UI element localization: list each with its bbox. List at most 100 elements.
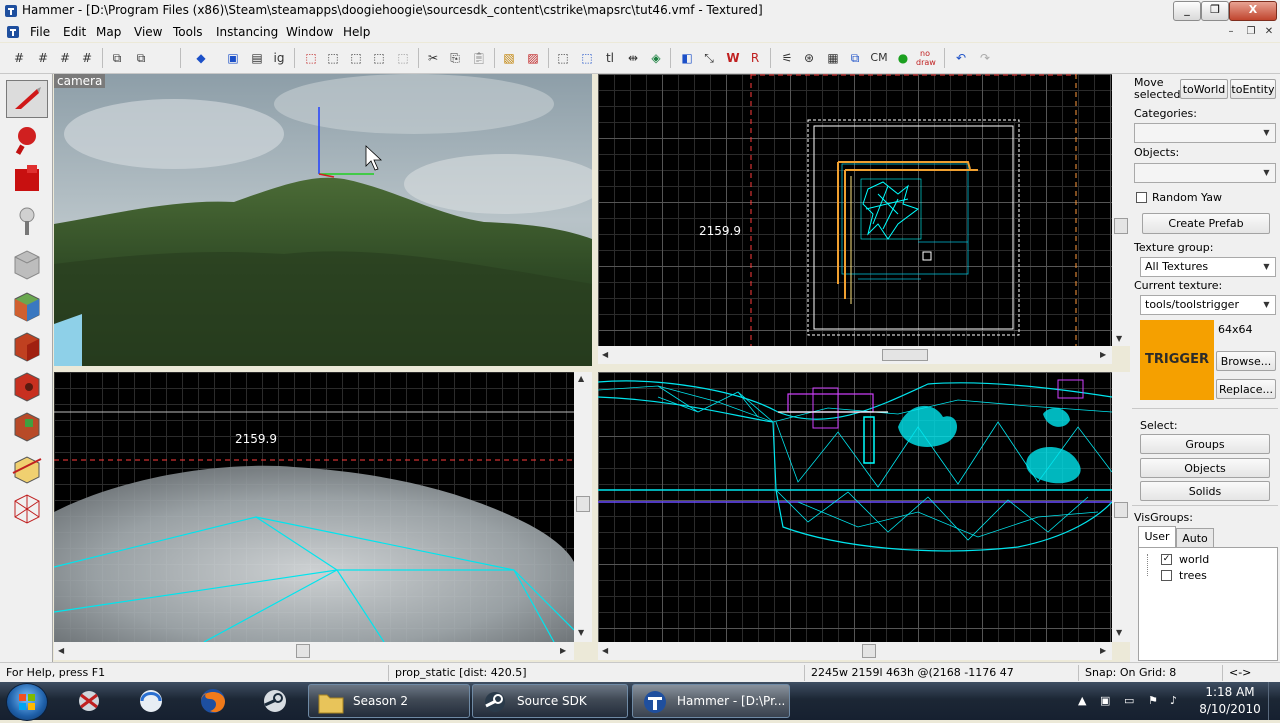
scroll-right-arrow[interactable]: ▶: [560, 646, 566, 655]
scroll-right-arrow[interactable]: ▶: [1100, 350, 1106, 359]
scroll-thumb[interactable]: [1114, 218, 1128, 234]
to-world-button[interactable]: toWorld: [1180, 79, 1228, 99]
mdi-close-button[interactable]: ✕: [1262, 25, 1276, 39]
create-prefab-button[interactable]: Create Prefab: [1142, 213, 1270, 234]
paste-icon[interactable]: 📋︎: [470, 49, 488, 67]
scroll-thumb[interactable]: [576, 496, 590, 512]
redo-icon[interactable]: ↷: [976, 49, 994, 67]
front-viewport-hscroll[interactable]: ◀ ▶: [54, 642, 574, 660]
select-objects-button[interactable]: Objects: [1140, 458, 1270, 478]
current-texture-dropdown[interactable]: tools/toolstrigger ▼: [1140, 295, 1276, 315]
scroll-down-arrow[interactable]: ▼: [1116, 334, 1122, 343]
minimize-button[interactable]: _: [1173, 1, 1201, 21]
scroll-thumb[interactable]: [882, 349, 928, 361]
mdi-minimize-button[interactable]: –: [1224, 25, 1238, 39]
select-solids-button[interactable]: Solids: [1140, 481, 1270, 501]
to-entity-button[interactable]: toEntity: [1230, 79, 1276, 99]
group-icon[interactable]: ⧉: [108, 49, 126, 67]
side-viewport-hscroll[interactable]: ◀ ▶: [598, 642, 1112, 660]
hide-unselected-icon[interactable]: ⬚: [324, 49, 342, 67]
visgroup-trees-checkbox[interactable]: [1161, 570, 1172, 581]
map-properties-icon[interactable]: ▦: [824, 49, 842, 67]
vis-tab-auto[interactable]: Auto: [1176, 528, 1214, 548]
taskbar-button-season2[interactable]: Season 2: [308, 684, 470, 718]
random-yaw-checkbox[interactable]: [1136, 192, 1147, 203]
scroll-thumb[interactable]: [1114, 502, 1128, 518]
menu-instancing[interactable]: Instancing: [216, 25, 278, 39]
menu-window[interactable]: Window: [286, 25, 333, 39]
cut-icon[interactable]: ✂: [424, 49, 442, 67]
cordon-icon[interactable]: CM: [868, 49, 890, 67]
center-view-icon[interactable]: ◧: [678, 49, 696, 67]
run-map-icon[interactable]: W: [724, 49, 742, 67]
menu-view[interactable]: View: [134, 25, 162, 39]
camera-viewport[interactable]: camera: [54, 74, 592, 366]
steam-icon[interactable]: [250, 685, 300, 717]
check-problems-icon[interactable]: ⊛: [800, 49, 818, 67]
tray-network-icon[interactable]: ▣: [1100, 694, 1110, 707]
front-viewport-vscroll[interactable]: ▲ ▼: [574, 372, 592, 642]
block-tool[interactable]: [6, 244, 48, 282]
toggle-models-icon[interactable]: ▨: [524, 49, 542, 67]
texture-lock-icon[interactable]: ▤: [248, 49, 266, 67]
scroll-up-arrow[interactable]: ▲: [578, 374, 584, 383]
scroll-down-arrow[interactable]: ▼: [1116, 628, 1122, 637]
show-all-icon[interactable]: ⬚: [347, 49, 365, 67]
taskbar-button-source-sdk[interactable]: Source SDK: [472, 684, 628, 718]
top-viewport-hscroll[interactable]: ◀ ▶: [598, 346, 1112, 364]
front-viewport[interactable]: 2159.9: [54, 372, 574, 642]
scroll-thumb[interactable]: [862, 644, 876, 658]
browse-button[interactable]: Browse...: [1216, 351, 1276, 371]
copy-icon[interactable]: ⎘: [446, 49, 464, 67]
apply-texture-tool[interactable]: [6, 326, 48, 364]
objects-dropdown[interactable]: ▼: [1134, 163, 1276, 183]
camera-label[interactable]: camera: [54, 74, 106, 88]
scroll-down-arrow[interactable]: ▼: [578, 628, 584, 637]
select-box-icon[interactable]: ⬚: [554, 49, 572, 67]
headset-icon[interactable]: [126, 685, 176, 717]
selection-tool[interactable]: [6, 80, 48, 118]
entity-report-icon[interactable]: ⚟: [778, 49, 796, 67]
start-button[interactable]: [6, 683, 48, 721]
menu-edit[interactable]: Edit: [63, 25, 86, 39]
show-desktop-button[interactable]: [1268, 682, 1280, 720]
autoselect-icon[interactable]: ⬚: [578, 49, 596, 67]
menu-file[interactable]: File: [30, 25, 50, 39]
tray-monitor-icon[interactable]: ▭: [1124, 694, 1134, 707]
vertex-tool[interactable]: [6, 488, 48, 526]
visgroup-remove-icon[interactable]: ⬚: [394, 49, 412, 67]
side-viewport-vscroll[interactable]: ▼: [1112, 372, 1130, 642]
tray-expand-icon[interactable]: ▲: [1078, 694, 1086, 707]
ignore-groups-icon[interactable]: ig: [270, 49, 288, 67]
top-viewport-vscroll[interactable]: ▼: [1112, 74, 1130, 346]
categories-dropdown[interactable]: ▼: [1134, 123, 1276, 143]
restore-button[interactable]: ❐: [1201, 1, 1229, 21]
entity-tool[interactable]: [6, 202, 48, 240]
grid-large-icon[interactable]: #: [34, 49, 52, 67]
menu-tools[interactable]: Tools: [173, 25, 203, 39]
scroll-thumb[interactable]: [296, 644, 310, 658]
taskbar-button-hammer[interactable]: Hammer - [D:\Pr...: [632, 684, 790, 718]
to-world-icon[interactable]: ⤡: [700, 49, 718, 67]
draw-icon[interactable]: no draw: [916, 49, 936, 67]
overlay-tool[interactable]: [6, 406, 48, 444]
mdi-restore-button[interactable]: ❐: [1244, 25, 1258, 39]
show-connections-icon[interactable]: ⧉: [846, 49, 864, 67]
firefox-icon[interactable]: [188, 685, 238, 717]
texture-application-tool[interactable]: [6, 286, 48, 324]
hollow-icon[interactable]: ▣: [224, 49, 242, 67]
document-icon[interactable]: [6, 25, 20, 39]
snipping-tool-icon[interactable]: [64, 685, 114, 717]
side-viewport[interactable]: [598, 372, 1112, 642]
texture-tool-icon[interactable]: tl: [601, 49, 619, 67]
undo-icon[interactable]: ↶: [952, 49, 970, 67]
clipping-tool[interactable]: [6, 448, 48, 486]
grid-3d-icon[interactable]: #: [56, 49, 74, 67]
visgroup-icon[interactable]: ⬚: [370, 49, 388, 67]
texture-group-dropdown[interactable]: All Textures ▼: [1140, 257, 1276, 277]
menu-map[interactable]: Map: [96, 25, 121, 39]
reload-icon[interactable]: R: [746, 49, 764, 67]
scroll-right-arrow[interactable]: ▶: [1100, 646, 1106, 655]
replace-button[interactable]: Replace...: [1216, 379, 1276, 399]
flip-icon[interactable]: ◈: [647, 49, 665, 67]
